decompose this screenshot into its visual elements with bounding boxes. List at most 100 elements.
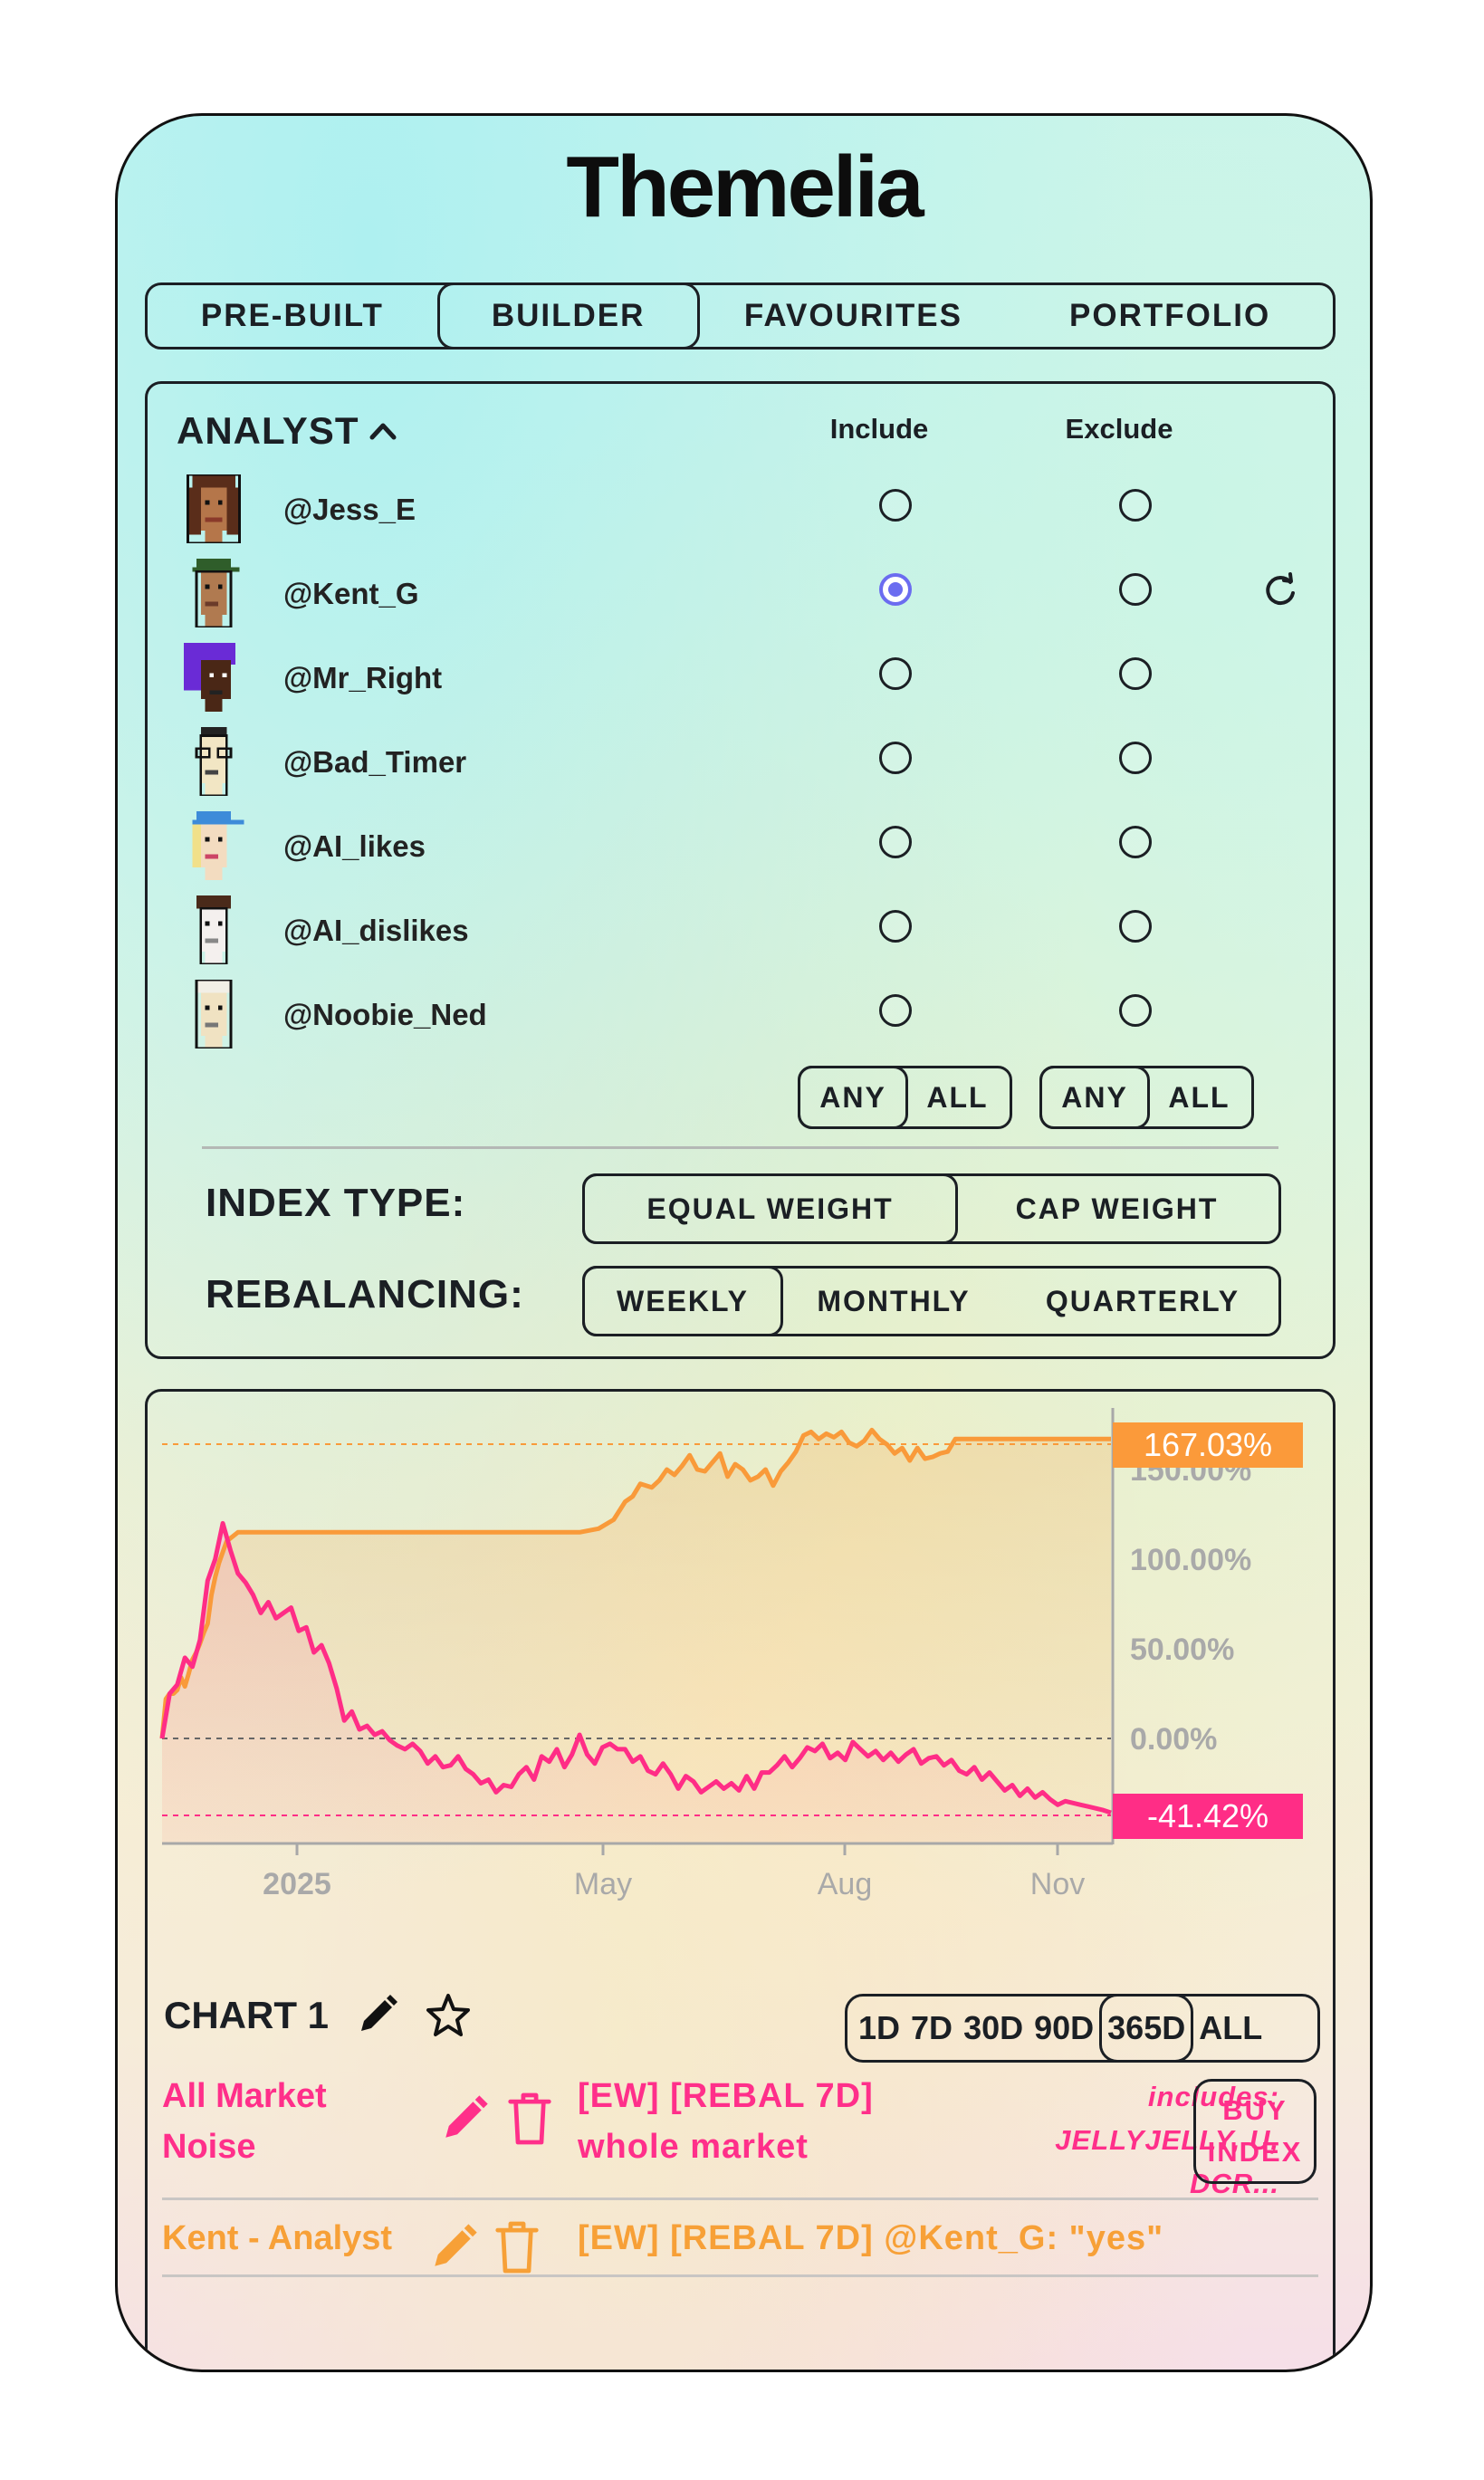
monthly-option[interactable]: MONTHLY xyxy=(780,1269,1007,1334)
range-all[interactable]: ALL xyxy=(1193,1996,1268,2060)
weekly-option[interactable]: WEEKLY xyxy=(582,1266,783,1336)
analyst-row: @AI_likes xyxy=(148,811,1333,895)
main-tabs: PRE-BUILT BUILDER FAVOURITES PORTFOLIO xyxy=(145,282,1336,349)
analyst-row: @Noobie_Ned xyxy=(148,980,1333,1063)
tab-pre-built[interactable]: PRE-BUILT xyxy=(148,298,437,334)
range-1d[interactable]: 1D xyxy=(853,1996,905,2060)
app-logo: Themelia xyxy=(566,139,924,235)
chevron-up-icon xyxy=(369,423,397,440)
exclude-radio-ai-likes[interactable] xyxy=(1119,826,1152,858)
equal-weight-option[interactable]: EQUAL WEIGHT xyxy=(582,1173,958,1244)
exclude-radio-noobie-ned[interactable] xyxy=(1119,994,1152,1027)
analyst-handle: @Noobie_Ned xyxy=(283,998,487,1031)
rebalancing-toggle: WEEKLY MONTHLY QUARTERLY xyxy=(582,1266,1281,1336)
x-tick-label: Nov xyxy=(1030,1867,1085,1901)
analyst-handle: @Bad_Timer xyxy=(283,745,467,779)
trash-icon[interactable] xyxy=(493,2219,541,2275)
last-value-badge-1: -41.42% xyxy=(1113,1794,1303,1839)
analyst-row: @Jess_E xyxy=(148,474,1333,558)
star-icon[interactable] xyxy=(425,1992,472,2039)
badge-value: 167.03% xyxy=(1144,1426,1272,1463)
range-365d[interactable]: 365D xyxy=(1099,1994,1194,2063)
x-tick-label: 2025 xyxy=(263,1867,331,1901)
rebalancing-label: REBALANCING: xyxy=(206,1272,524,1317)
include-header: Include xyxy=(829,413,929,445)
index-desc-line: [EW] [REBAL 7D] xyxy=(578,2077,874,2115)
chart-panel: 150.00% 100.00% 50.00% 0.00% 167.03% -41.42% 2… xyxy=(145,1389,1336,2370)
pencil-icon[interactable] xyxy=(437,2093,490,2146)
avatar-ai-dislikes xyxy=(196,895,231,964)
time-range-selector: 1D 7D 30D 90D 365D ALL xyxy=(845,1994,1320,2063)
include-radio-noobie-ned[interactable] xyxy=(879,994,912,1027)
range-30d[interactable]: 30D xyxy=(958,1996,1029,2060)
quarterly-option[interactable]: QUARTERLY xyxy=(1007,1269,1278,1334)
analyst-handle: @Mr_Right xyxy=(283,661,443,694)
range-90d[interactable]: 90D xyxy=(1029,1996,1099,2060)
exclude-radio-ai-dislikes[interactable] xyxy=(1119,910,1152,943)
avatar-jess-e xyxy=(187,474,241,543)
buy-label: INDEX xyxy=(1207,2136,1303,2168)
avatar-bad-timer xyxy=(195,727,233,796)
analyst-row: @Mr_Right xyxy=(148,643,1333,726)
analyst-handle: @Kent_G xyxy=(283,577,419,610)
exclude-any-option[interactable]: ANY xyxy=(1039,1066,1150,1129)
x-tick-label: May xyxy=(574,1867,632,1901)
section-divider xyxy=(202,1146,1278,1149)
y-tick-label: 100.00% xyxy=(1130,1543,1251,1577)
include-radio-bad-timer[interactable] xyxy=(879,742,912,774)
trash-icon[interactable] xyxy=(506,2091,553,2147)
exclude-any-all-toggle: ANY ALL xyxy=(1039,1066,1254,1129)
cap-weight-option[interactable]: CAP WEIGHT xyxy=(955,1176,1278,1241)
range-7d[interactable]: 7D xyxy=(905,1996,958,2060)
tab-portfolio[interactable]: PORTFOLIO xyxy=(1007,298,1333,334)
tab-builder[interactable]: BUILDER xyxy=(436,282,700,349)
avatar-kent-g xyxy=(192,559,240,627)
phone-frame: Themelia PRE-BUILT BUILDER FAVOURITES PO… xyxy=(115,113,1373,2372)
include-any-option[interactable]: ANY xyxy=(798,1066,908,1129)
analyst-row: @Kent_G xyxy=(148,559,1333,642)
index-name-all-market-noise[interactable]: All Market Noise xyxy=(162,2071,327,2172)
index-desc-line: whole market xyxy=(578,2128,809,2166)
y-tick-label: 0.00% xyxy=(1130,1722,1217,1757)
include-radio-ai-likes[interactable] xyxy=(879,826,912,858)
exclude-all-option[interactable]: ALL xyxy=(1147,1068,1251,1126)
buy-index-button[interactable]: BUY INDEX xyxy=(1193,2079,1316,2184)
index-name-kent-analyst[interactable]: Kent - Analyst xyxy=(162,2213,392,2264)
analyst-row: @Bad_Timer xyxy=(148,727,1333,810)
reset-icon[interactable] xyxy=(1260,571,1300,611)
exclude-radio-bad-timer[interactable] xyxy=(1119,742,1152,774)
index-name-line: Noise xyxy=(162,2128,256,2166)
y-tick-label: 50.00% xyxy=(1130,1633,1234,1667)
include-any-all-toggle: ANY ALL xyxy=(798,1066,1012,1129)
exclude-radio-mr-right[interactable] xyxy=(1119,657,1152,690)
pencil-icon[interactable] xyxy=(426,2222,479,2274)
index-row-divider xyxy=(162,2274,1318,2277)
exclude-header: Exclude xyxy=(1065,413,1173,445)
avatar-ai-likes xyxy=(192,811,244,880)
include-radio-ai-dislikes[interactable] xyxy=(879,910,912,943)
avatar-noobie-ned xyxy=(195,980,233,1048)
include-all-option[interactable]: ALL xyxy=(905,1068,1010,1126)
x-tick-label: Aug xyxy=(818,1867,873,1901)
analyst-section-toggle[interactable]: ANALYST xyxy=(177,409,398,453)
chart-title: CHART 1 xyxy=(164,1994,330,2036)
analyst-row: @AI_dislikes xyxy=(148,895,1333,979)
analyst-handle: @AI_likes xyxy=(283,829,426,863)
last-value-badge-0: 167.03% xyxy=(1113,1422,1303,1468)
exclude-radio-jess-e[interactable] xyxy=(1119,489,1152,522)
include-radio-mr-right[interactable] xyxy=(879,657,912,690)
index-name-line: All Market xyxy=(162,2077,327,2115)
performance-chart: 150.00%100.00%50.00%0.00%167.03%-41.42%2… xyxy=(159,1408,1303,1901)
include-radio-jess-e[interactable] xyxy=(879,489,912,522)
buy-label: BUY xyxy=(1222,2094,1288,2126)
pencil-icon[interactable] xyxy=(354,1993,399,2038)
index-type-toggle: EQUAL WEIGHT CAP WEIGHT xyxy=(582,1173,1281,1244)
analyst-title: ANALYST xyxy=(177,409,359,452)
include-radio-kent-g[interactable] xyxy=(879,573,912,606)
index-row-divider xyxy=(162,2198,1318,2200)
index-type-label: INDEX TYPE: xyxy=(206,1181,466,1225)
exclude-radio-kent-g[interactable] xyxy=(1119,573,1152,606)
tab-favourites[interactable]: FAVOURITES xyxy=(700,298,1008,334)
analyst-handle: @Jess_E xyxy=(283,493,416,526)
index-description: [EW] [REBAL 7D] @Kent_G: "yes" xyxy=(578,2219,1164,2257)
